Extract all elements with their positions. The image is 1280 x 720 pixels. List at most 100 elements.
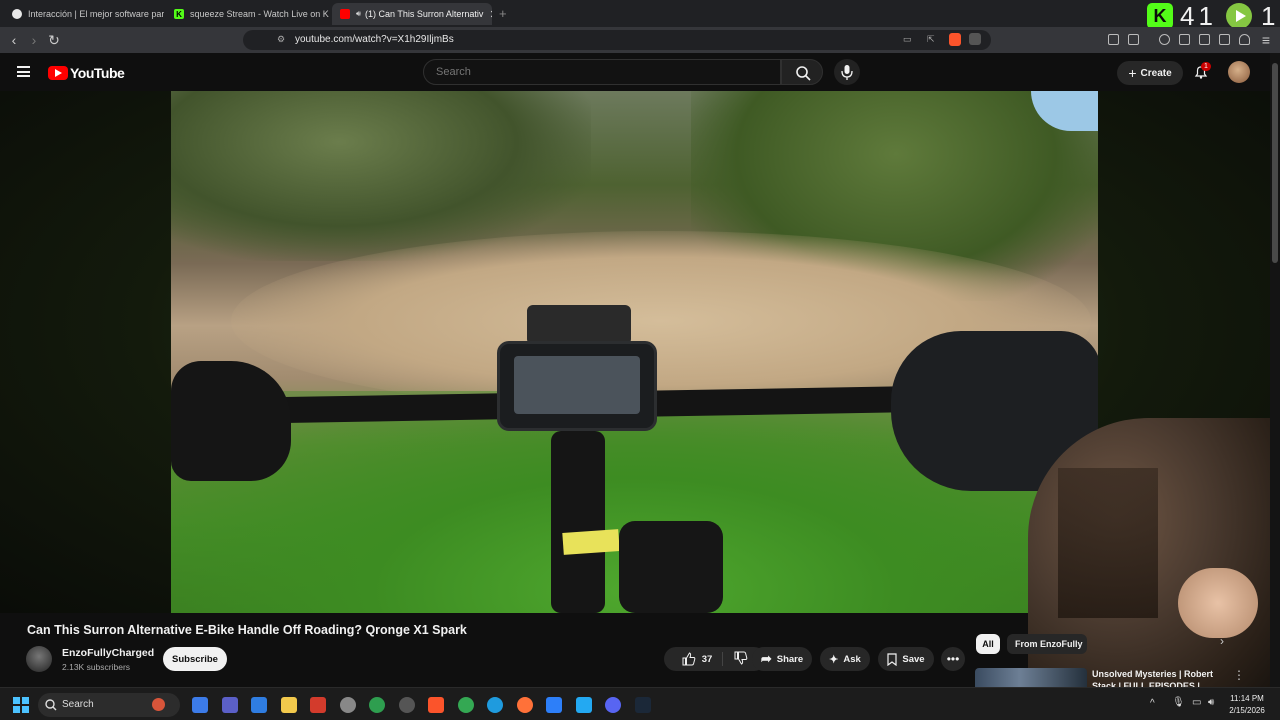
kick-logo-icon: K [1147, 3, 1173, 29]
channel-name[interactable]: EnzoFullyCharged [62, 647, 154, 659]
more-vertical-icon[interactable]: ⋮ [1233, 668, 1245, 682]
taskbar-clock-time[interactable]: 11:14 PM [1226, 694, 1268, 703]
chevron-right-icon[interactable]: › [1220, 634, 1224, 648]
tab-kick-stream[interactable]: K squeeze Stream - Watch Live on Kick [166, 3, 329, 25]
video-frame-stem [551, 431, 605, 613]
account-avatar[interactable] [1228, 61, 1250, 83]
search-button[interactable] [781, 59, 823, 85]
save-button[interactable]: Save [878, 647, 934, 671]
tray-volume-icon[interactable]: 🔊︎ [1208, 697, 1214, 708]
reload-icon[interactable]: ↻ [46, 32, 62, 49]
more-actions-button[interactable]: ••• [941, 647, 965, 671]
tab-title: (1) Can This Surron Alternativ [365, 9, 484, 19]
browser-tab-strip: Interacción | El mejor software para p K… [0, 0, 1280, 27]
search-input[interactable] [434, 65, 764, 79]
youtube-icon [340, 9, 350, 19]
rumble-logo-icon [1226, 3, 1252, 29]
taskbar-app-infinity-icon[interactable] [546, 697, 562, 713]
tray-network-icon[interactable]: ▭ [1192, 697, 1201, 708]
site-info-icon[interactable]: ⚙︎ [277, 34, 285, 45]
browser-menu-icon[interactable]: ≡ [1258, 32, 1274, 48]
taskbar-brave-icon[interactable] [428, 697, 444, 713]
share-button[interactable]: ➦ Share [752, 647, 812, 671]
diamond-icon [12, 9, 22, 19]
youtube-logo-text[interactable]: YouTube [70, 65, 125, 81]
brave-rewards-icon[interactable] [969, 33, 981, 45]
extensions-icon[interactable] [1108, 34, 1119, 45]
search-icon [45, 699, 57, 711]
save-label: Save [902, 653, 925, 665]
video-frame-headlight [527, 305, 631, 345]
hamburger-menu-icon[interactable] [17, 66, 30, 77]
browser-toolbar: ‹ › ↻ ⚙︎ youtube.com/watch?v=X1h29IljmBs… [0, 27, 1280, 53]
taskbar-app-red-icon[interactable] [310, 697, 326, 713]
new-tab-button[interactable]: + [499, 6, 507, 21]
chip-all[interactable]: All [976, 634, 1000, 654]
youtube-header: YouTube + Create 1 [0, 53, 1280, 91]
vpn-shield-icon[interactable] [1239, 34, 1250, 45]
back-icon[interactable]: ‹ [6, 32, 22, 48]
cast-icon[interactable]: ▭ [903, 34, 912, 45]
channel-avatar[interactable] [26, 646, 52, 672]
video-title: Can This Surron Alternative E-Bike Handl… [27, 623, 467, 637]
share-label: Share [776, 653, 804, 665]
brave-shield-icon[interactable] [949, 33, 961, 46]
notification-count-badge: 1 [1201, 62, 1211, 71]
taskbar-app-r-icon[interactable] [251, 697, 267, 713]
voice-search-button[interactable] [834, 59, 860, 85]
taskbar-app-blue-icon[interactable] [192, 697, 208, 713]
windows-start-icon[interactable] [13, 697, 29, 713]
address-bar[interactable]: ⚙︎ youtube.com/watch?v=X1h29IljmBs ▭ ⇱ [243, 30, 991, 50]
sparkle-icon: ✦ [829, 653, 839, 666]
video-frame-sticker [562, 529, 620, 555]
webcam-person [1178, 568, 1258, 638]
like-button[interactable]: 37 [682, 652, 724, 666]
page-scrollbar[interactable] [1270, 53, 1280, 687]
microphone-icon [841, 65, 853, 80]
youtube-logo-icon[interactable] [48, 66, 68, 80]
search-highlight-icon [152, 698, 165, 711]
taskbar-search[interactable]: Search [38, 693, 180, 717]
search-icon [796, 66, 811, 81]
tab-interaccion[interactable]: Interacción | El mejor software para p [4, 3, 164, 25]
taskbar-file-explorer-icon[interactable] [280, 697, 297, 713]
video-player[interactable] [171, 91, 1098, 613]
taskbar-app-speed-icon[interactable] [339, 697, 356, 713]
close-tab-icon[interactable]: ✕ [483, 8, 492, 21]
taskbar-clock-date[interactable]: 2/15/2026 [1226, 706, 1268, 715]
taskbar-firefox-icon[interactable] [516, 697, 533, 713]
video-frame-dashboard [497, 341, 657, 431]
taskbar-vscode-icon[interactable] [575, 697, 592, 713]
taskbar-discord-icon[interactable] [605, 697, 621, 713]
tray-mic-icon[interactable]: 🎙︎ [1172, 697, 1185, 708]
ask-button[interactable]: ✦ Ask [820, 647, 870, 671]
tray-chevron-icon[interactable]: ^ [1150, 698, 1155, 709]
leo-ai-icon[interactable] [1219, 34, 1230, 45]
scroll-thumb[interactable] [1272, 63, 1278, 263]
create-button[interactable]: + Create [1117, 61, 1183, 85]
taskbar-steam-icon[interactable] [634, 697, 651, 713]
taskbar-chrome-icon[interactable] [457, 697, 474, 713]
tab-title: Interacción | El mejor software para p [28, 9, 164, 19]
chip-from-channel[interactable]: From EnzoFully [1007, 634, 1087, 654]
taskbar-app-teams-icon[interactable] [221, 697, 238, 713]
sidebar-icon[interactable] [1179, 34, 1190, 45]
music-icon[interactable] [1159, 34, 1170, 45]
wallet-icon[interactable] [1199, 34, 1210, 45]
like-count: 37 [701, 653, 713, 665]
share-page-icon[interactable]: ⇱ [927, 34, 935, 45]
taskbar-app-green-icon[interactable] [369, 697, 385, 713]
taskbar-edge-icon[interactable] [487, 697, 503, 713]
tab-youtube-active[interactable]: 🔊︎ (1) Can This Surron Alternativ ✕ [332, 3, 492, 25]
dislike-button[interactable] [728, 651, 748, 668]
forward-icon[interactable]: › [26, 32, 42, 48]
url-text[interactable]: youtube.com/watch?v=X1h29IljmBs [295, 34, 454, 45]
tab-title: squeeze Stream - Watch Live on Kick [190, 9, 329, 19]
kick-icon: K [174, 9, 184, 19]
recommended-video-title[interactable]: Unsolved Mysteries | Robert Stack | FULL… [1092, 668, 1222, 688]
subscribe-button[interactable]: Subscribe [163, 647, 227, 671]
taskbar-app-obs-icon[interactable] [398, 697, 415, 713]
share-arrow-icon: ➦ [760, 651, 772, 666]
screenshot-icon[interactable] [1128, 34, 1139, 45]
search-box[interactable] [423, 59, 781, 85]
